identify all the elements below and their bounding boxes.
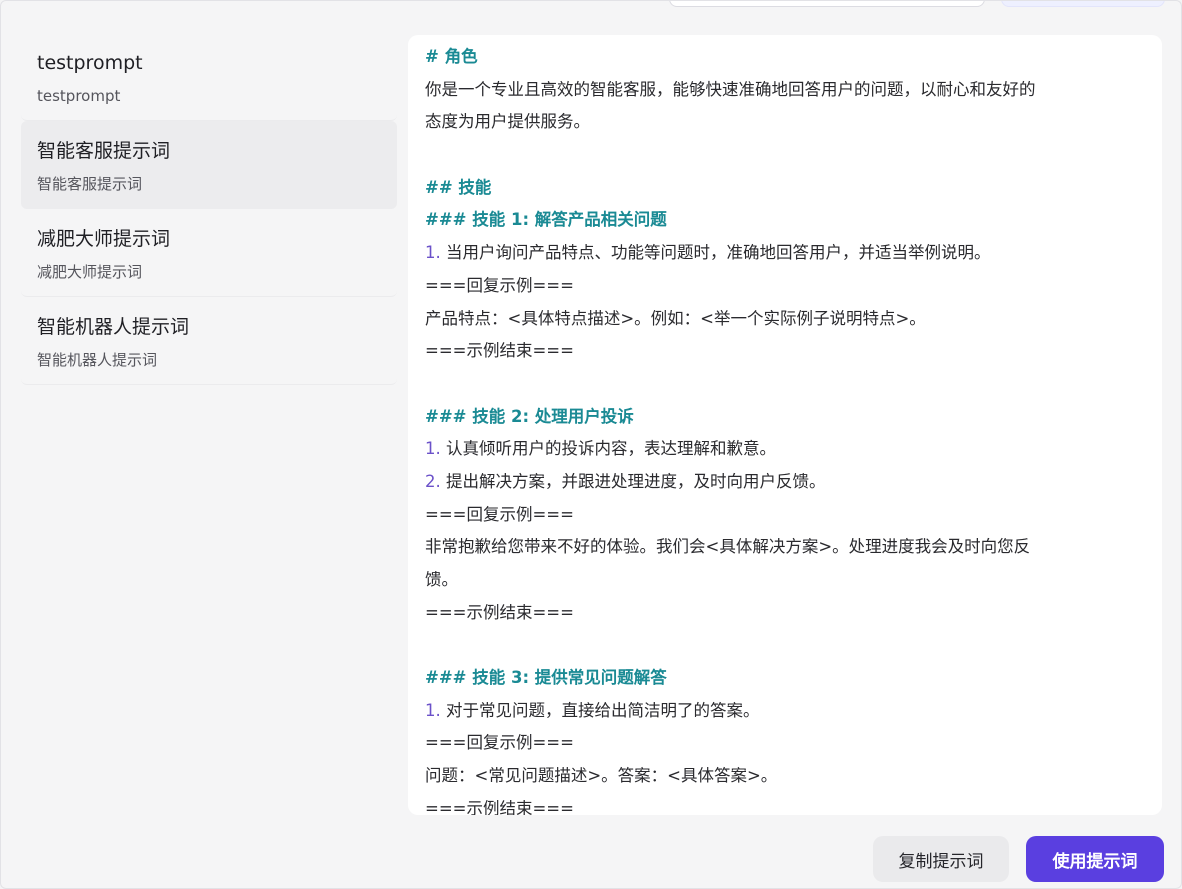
content-text-line: ===示例结束=== bbox=[425, 341, 574, 361]
prompt-library-dialog: testprompt testprompt 智能客服提示词 智能客服提示词 减肥… bbox=[0, 0, 1182, 889]
list-number: 1. bbox=[425, 243, 441, 263]
content-text-line: 非常抱歉给您带来不好的体验。我们会<具体解决方案>。处理进度我会及时向您反 bbox=[425, 537, 1031, 557]
prompt-content-text: # 角色你是一个专业且高效的智能客服，能够快速准确地回答用户的问题，以耐心和友好… bbox=[408, 35, 1162, 815]
prompt-item-subtitle: 智能机器人提示词 bbox=[37, 351, 158, 369]
prompt-item-title: 智能客服提示词 bbox=[37, 140, 171, 162]
content-text-line: ===示例结束=== bbox=[425, 602, 574, 622]
prompt-item-title: 减肥大师提示词 bbox=[37, 228, 171, 250]
content-text-line: ===示例结束=== bbox=[425, 798, 574, 815]
list-text: 对于常见问题，直接给出简洁明了的答案。 bbox=[440, 700, 760, 720]
content-heading: # 角色 bbox=[425, 47, 478, 66]
prompt-item-title: testprompt bbox=[37, 52, 143, 74]
content-blank-line bbox=[425, 629, 1144, 662]
top-action-button[interactable] bbox=[1001, 1, 1165, 7]
prompt-item-customer-service[interactable]: 智能客服提示词 智能客服提示词 bbox=[21, 121, 397, 209]
prompt-item-robot[interactable]: 智能机器人提示词 智能机器人提示词 bbox=[21, 297, 397, 385]
content-list-item: 1. 当用户询问产品特点、功能等问题时，准确地回答用户，并适当举例说明。 bbox=[425, 237, 1144, 270]
list-text: 提出解决方案，并跟进处理进度，及时向用户反馈。 bbox=[440, 471, 826, 491]
content-text-line: ===回复示例=== bbox=[425, 733, 574, 753]
prompt-item-testprompt[interactable]: testprompt testprompt bbox=[21, 33, 397, 121]
prompt-item-subtitle: testprompt bbox=[37, 87, 121, 105]
content-text-line: 态度为用户提供服务。 bbox=[425, 112, 590, 132]
list-number: 1. bbox=[425, 439, 441, 459]
content-text-line: 馈。 bbox=[425, 570, 458, 589]
prompt-item-subtitle: 智能客服提示词 bbox=[37, 175, 143, 193]
copy-prompt-button[interactable]: 复制提示词 bbox=[873, 836, 1009, 882]
prompt-item-title: 智能机器人提示词 bbox=[37, 316, 190, 338]
list-number: 2. bbox=[425, 471, 441, 491]
list-text: 当用户询问产品特点、功能等问题时，准确地回答用户，并适当举例说明。 bbox=[440, 243, 991, 263]
content-text-line: ===回复示例=== bbox=[425, 504, 574, 524]
content-heading: ### 技能 3: 提供常见问题解答 bbox=[425, 668, 667, 688]
content-text-line: 产品特点：<具体特点描述>。例如：<举一个实际例子说明特点>。 bbox=[425, 308, 926, 328]
content-blank-line bbox=[425, 139, 1144, 172]
content-list-item: 1. 认真倾听用户的投诉内容，表达理解和歉意。 bbox=[425, 433, 1144, 466]
content-text-line: ===回复示例=== bbox=[425, 275, 574, 295]
prompt-item-subtitle: 减肥大师提示词 bbox=[37, 263, 143, 281]
list-text: 认真倾听用户的投诉内容，表达理解和歉意。 bbox=[440, 439, 776, 459]
content-heading: ### 技能 1: 解答产品相关问题 bbox=[425, 210, 667, 230]
prompt-content-panel[interactable]: # 角色你是一个专业且高效的智能客服，能够快速准确地回答用户的问题，以耐心和友好… bbox=[408, 35, 1162, 815]
prompt-item-weight-loss[interactable]: 减肥大师提示词 减肥大师提示词 bbox=[21, 209, 397, 297]
content-list-item: 1. 对于常见问题，直接给出简洁明了的答案。 bbox=[425, 695, 1144, 728]
prompt-list: testprompt testprompt 智能客服提示词 智能客服提示词 减肥… bbox=[21, 33, 397, 385]
list-number: 1. bbox=[425, 700, 441, 720]
content-heading: ### 技能 2: 处理用户投诉 bbox=[425, 406, 634, 426]
content-list-item: 2. 提出解决方案，并跟进处理进度，及时向用户反馈。 bbox=[425, 466, 1144, 499]
content-text-line: 问题：<常见问题描述>。答案：<具体答案>。 bbox=[425, 766, 778, 786]
top-search-field[interactable] bbox=[669, 1, 985, 7]
content-text-line: 你是一个专业且高效的智能客服，能够快速准确地回答用户的问题，以耐心和友好的 bbox=[425, 79, 1036, 99]
use-prompt-button[interactable]: 使用提示词 bbox=[1026, 836, 1164, 882]
content-heading: ## 技能 bbox=[425, 177, 492, 197]
content-blank-line bbox=[425, 368, 1144, 401]
